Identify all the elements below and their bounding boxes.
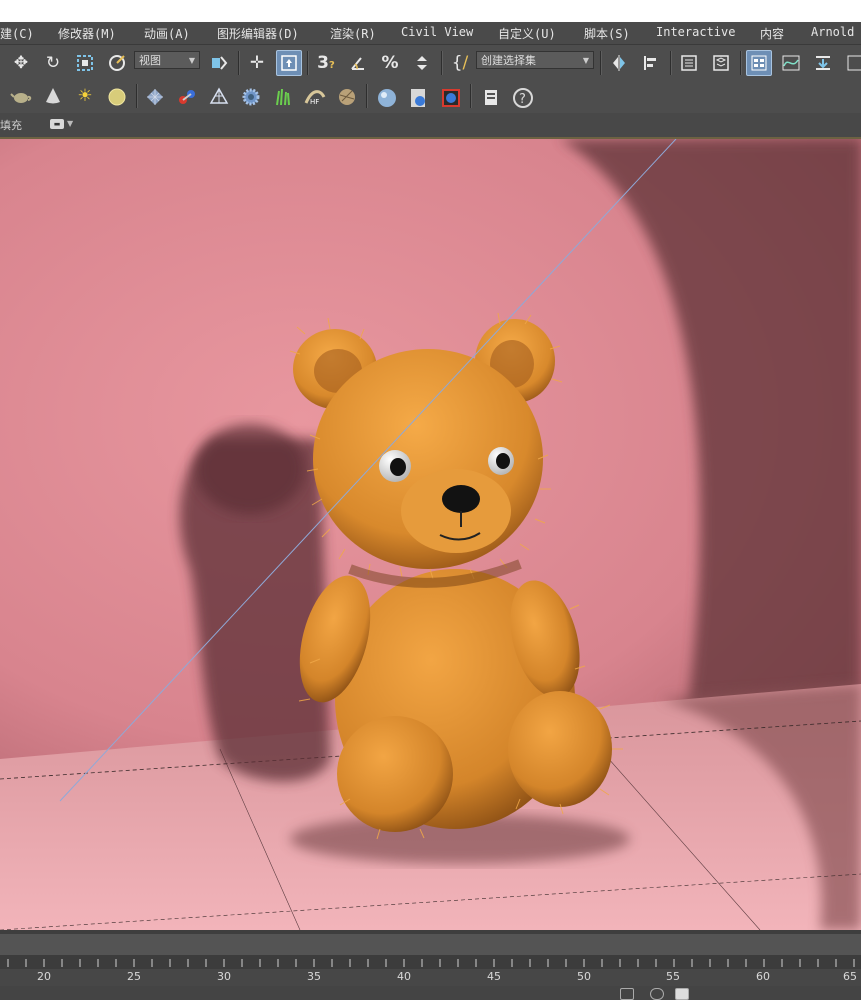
- menu-graph-editors[interactable]: 图形编辑器(D): [217, 25, 299, 42]
- snap-icon[interactable]: [206, 50, 232, 76]
- lock-icon[interactable]: [650, 988, 664, 1000]
- absolute-mode-icon[interactable]: [675, 988, 689, 1000]
- tick-label: 25: [127, 970, 141, 983]
- toolbar-separator: [441, 51, 443, 75]
- sphere-light-icon[interactable]: [104, 83, 130, 109]
- pan-icon[interactable]: ✛: [244, 50, 270, 76]
- move-icon[interactable]: ✥: [8, 50, 34, 76]
- render-sphere-icon[interactable]: [374, 83, 400, 109]
- toolbar-separator: [307, 51, 309, 75]
- menu-customize[interactable]: 自定义(U): [498, 25, 556, 42]
- tick-label: 50: [577, 970, 591, 983]
- mirror-icon[interactable]: [606, 50, 632, 76]
- grid-material-icon[interactable]: [142, 83, 168, 109]
- chevron-down-icon: ▼: [188, 56, 195, 65]
- menu-create[interactable]: 建(C): [0, 25, 34, 42]
- tick-label: 20: [37, 970, 51, 983]
- tick-label: 35: [307, 970, 321, 983]
- ribbon-toggle-button[interactable]: ▬: [50, 119, 64, 129]
- bear-shadow-head: [195, 424, 305, 514]
- time-slider[interactable]: [0, 934, 861, 956]
- svg-text:HF: HF: [310, 98, 319, 106]
- toolbar-separator: [470, 84, 472, 108]
- toolbar-separator: [600, 51, 602, 75]
- menu-scripting[interactable]: 脚本(S): [584, 25, 630, 42]
- bear-right-pupil: [496, 453, 510, 469]
- bone-icon[interactable]: [174, 83, 200, 109]
- select-region-icon[interactable]: [72, 50, 98, 76]
- menu-animation[interactable]: 动画(A): [144, 25, 190, 42]
- menu-civil-view[interactable]: Civil View: [401, 25, 473, 39]
- scene-explorer-icon[interactable]: [746, 50, 772, 76]
- curve-editor-icon[interactable]: [778, 50, 804, 76]
- track-bar[interactable]: 20 25 30 35 40 45 50 55 60 65: [0, 955, 861, 986]
- bear-right-foot: [508, 691, 612, 807]
- title-strip: [0, 0, 861, 22]
- selection-set-value: 创建选择集: [481, 54, 536, 67]
- render-view: [0, 139, 861, 930]
- layer-manager-icon[interactable]: [708, 50, 734, 76]
- status-bar: [0, 986, 861, 1000]
- svg-text:?: ?: [519, 92, 526, 107]
- bear-left-foot: [337, 716, 453, 832]
- toolbar-separator: [366, 84, 368, 108]
- render-frame-icon[interactable]: [438, 83, 464, 109]
- chevron-down-icon: ▼: [582, 56, 589, 65]
- edit-named-selection-icon[interactable]: {/: [447, 50, 473, 76]
- hair-icon[interactable]: HF: [302, 83, 328, 109]
- ribbon-label: 填充: [0, 119, 22, 132]
- tick-label: 30: [217, 970, 231, 983]
- toolbar-separator: [740, 51, 742, 75]
- grass-icon[interactable]: [270, 83, 296, 109]
- snap-3d-icon[interactable]: 3?: [313, 50, 339, 76]
- align-icon[interactable]: [638, 50, 664, 76]
- bear-nose: [442, 485, 480, 513]
- menu-content[interactable]: 内容: [760, 25, 784, 42]
- select-link-icon[interactable]: [104, 50, 130, 76]
- select-object-icon[interactable]: [276, 50, 302, 76]
- menu-arnold[interactable]: Arnold: [811, 25, 854, 39]
- chevron-down-icon[interactable]: ▼: [67, 119, 73, 128]
- secondary-toolbar: ☀ HF ?: [0, 80, 861, 113]
- view-dropdown-value: 视图: [139, 54, 161, 67]
- viewport-perspective[interactable]: [0, 139, 861, 930]
- main-toolbar: ✥ ↻ 视图 ▼ ✛ 3? % {/ 创建选择集 ▼: [0, 44, 861, 81]
- view-dropdown[interactable]: 视图 ▼: [134, 51, 200, 69]
- clipboard-icon[interactable]: [478, 83, 504, 109]
- toolbar-separator: [136, 84, 138, 108]
- cone-icon[interactable]: [40, 83, 66, 109]
- menu-modifiers[interactable]: 修改器(M): [58, 25, 116, 42]
- menu-interactive[interactable]: Interactive: [656, 25, 735, 39]
- material-editor-icon[interactable]: [842, 50, 861, 76]
- tick-label: 45: [487, 970, 501, 983]
- ribbon-panel: 填充 ▬ ▼: [0, 113, 861, 139]
- spinner-snap-icon[interactable]: [409, 50, 435, 76]
- teapot-icon[interactable]: [8, 83, 34, 109]
- layer-explorer-icon[interactable]: [676, 50, 702, 76]
- key-filter-icon[interactable]: [620, 988, 634, 1000]
- help-icon[interactable]: ?: [510, 83, 536, 109]
- tick-label: 40: [397, 970, 411, 983]
- percent-snap-icon[interactable]: %: [377, 50, 403, 76]
- toolbar-separator: [238, 51, 240, 75]
- mesh-icon[interactable]: [206, 83, 232, 109]
- render-setup-icon[interactable]: [406, 83, 432, 109]
- selection-set-dropdown[interactable]: 创建选择集 ▼: [476, 51, 594, 69]
- toolbar-separator: [670, 51, 672, 75]
- schematic-view-icon[interactable]: [810, 50, 836, 76]
- fabric-icon[interactable]: [334, 83, 360, 109]
- tick-label: 60: [756, 970, 770, 983]
- menu-bar: 建(C) 修改器(M) 动画(A) 图形编辑器(D) 渲染(R) Civil V…: [0, 22, 861, 44]
- menu-rendering[interactable]: 渲染(R): [330, 25, 376, 42]
- gear-icon[interactable]: [238, 83, 264, 109]
- angle-snap-icon[interactable]: [345, 50, 371, 76]
- tick-label: 65: [843, 970, 857, 983]
- rotate-icon[interactable]: ↻: [40, 50, 66, 76]
- tick-label: 55: [666, 970, 680, 983]
- sun-icon[interactable]: ☀: [72, 83, 98, 109]
- bear-left-pupil: [390, 458, 406, 476]
